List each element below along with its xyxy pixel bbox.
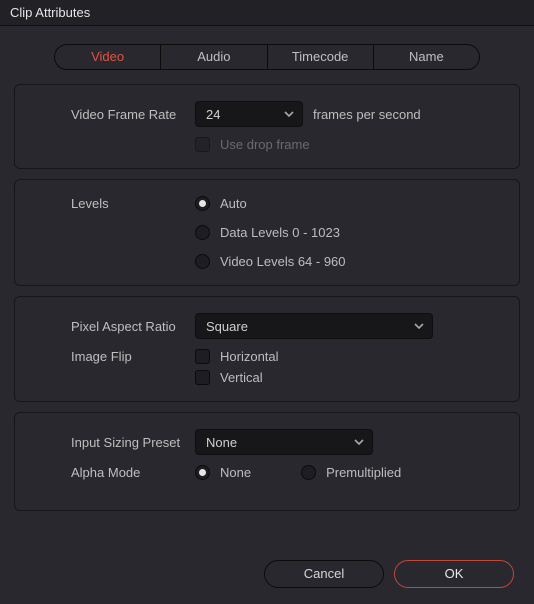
levels-data-label: Data Levels 0 - 1023 bbox=[220, 225, 340, 240]
frame-rate-panel: Video Frame Rate 24 frames per second bbox=[14, 84, 520, 169]
levels-radio-group: Auto Data Levels 0 - 1023 Video Levels 6… bbox=[195, 196, 346, 269]
tab-bar: Video Audio Timecode Name bbox=[54, 44, 480, 70]
sizing-panel: Input Sizing Preset None Alpha Mode bbox=[14, 412, 520, 511]
flip-horizontal-row: Horizontal bbox=[195, 349, 279, 364]
frame-rate-suffix: frames per second bbox=[313, 107, 421, 122]
levels-auto-radio[interactable] bbox=[195, 196, 210, 211]
tab-video[interactable]: Video bbox=[55, 45, 161, 69]
alpha-premult-label: Premultiplied bbox=[326, 465, 401, 480]
tab-name[interactable]: Name bbox=[374, 45, 479, 69]
image-flip-label: Image Flip bbox=[35, 349, 195, 364]
pixel-aspect-label: Pixel Aspect Ratio bbox=[35, 319, 195, 334]
cancel-button[interactable]: Cancel bbox=[264, 560, 384, 588]
levels-video-label: Video Levels 64 - 960 bbox=[220, 254, 346, 269]
window-title: Clip Attributes bbox=[0, 0, 534, 26]
pixel-aspect-value: Square bbox=[206, 319, 248, 334]
input-sizing-label: Input Sizing Preset bbox=[35, 435, 195, 450]
alpha-none-radio[interactable] bbox=[195, 465, 210, 480]
tab-timecode[interactable]: Timecode bbox=[268, 45, 374, 69]
alpha-premult-radio[interactable] bbox=[301, 465, 316, 480]
levels-data-radio[interactable] bbox=[195, 225, 210, 240]
drop-frame-row: Use drop frame bbox=[195, 137, 310, 152]
chevron-down-icon bbox=[354, 437, 364, 447]
frame-rate-value: 24 bbox=[206, 107, 220, 122]
frame-rate-select[interactable]: 24 bbox=[195, 101, 303, 127]
flip-horizontal-label: Horizontal bbox=[220, 349, 279, 364]
drop-frame-label: Use drop frame bbox=[220, 137, 310, 152]
alpha-mode-group: None Premultiplied bbox=[195, 465, 401, 480]
flip-vertical-checkbox[interactable] bbox=[195, 370, 210, 385]
levels-video-radio[interactable] bbox=[195, 254, 210, 269]
frame-rate-label: Video Frame Rate bbox=[35, 107, 195, 122]
alpha-none-label: None bbox=[220, 465, 251, 480]
tab-audio[interactable]: Audio bbox=[161, 45, 267, 69]
ok-button[interactable]: OK bbox=[394, 560, 514, 588]
alpha-mode-label: Alpha Mode bbox=[35, 465, 195, 480]
input-sizing-value: None bbox=[206, 435, 237, 450]
chevron-down-icon bbox=[414, 321, 424, 331]
levels-label: Levels bbox=[35, 196, 195, 211]
clip-attributes-window: Clip Attributes Video Audio Timecode Nam… bbox=[0, 0, 534, 604]
drop-frame-checkbox bbox=[195, 137, 210, 152]
input-sizing-select[interactable]: None bbox=[195, 429, 373, 455]
footer: Cancel OK bbox=[14, 548, 520, 594]
levels-panel: Levels Auto Data Levels 0 - 1023 bbox=[14, 179, 520, 286]
window-content: Video Audio Timecode Name Video Frame Ra… bbox=[0, 26, 534, 604]
aspect-panel: Pixel Aspect Ratio Square Image Flip Hor bbox=[14, 296, 520, 402]
pixel-aspect-select[interactable]: Square bbox=[195, 313, 433, 339]
levels-auto-label: Auto bbox=[220, 196, 247, 211]
chevron-down-icon bbox=[284, 109, 294, 119]
flip-vertical-label: Vertical bbox=[220, 370, 263, 385]
flip-horizontal-checkbox[interactable] bbox=[195, 349, 210, 364]
flip-vertical-row: Vertical bbox=[195, 370, 263, 385]
